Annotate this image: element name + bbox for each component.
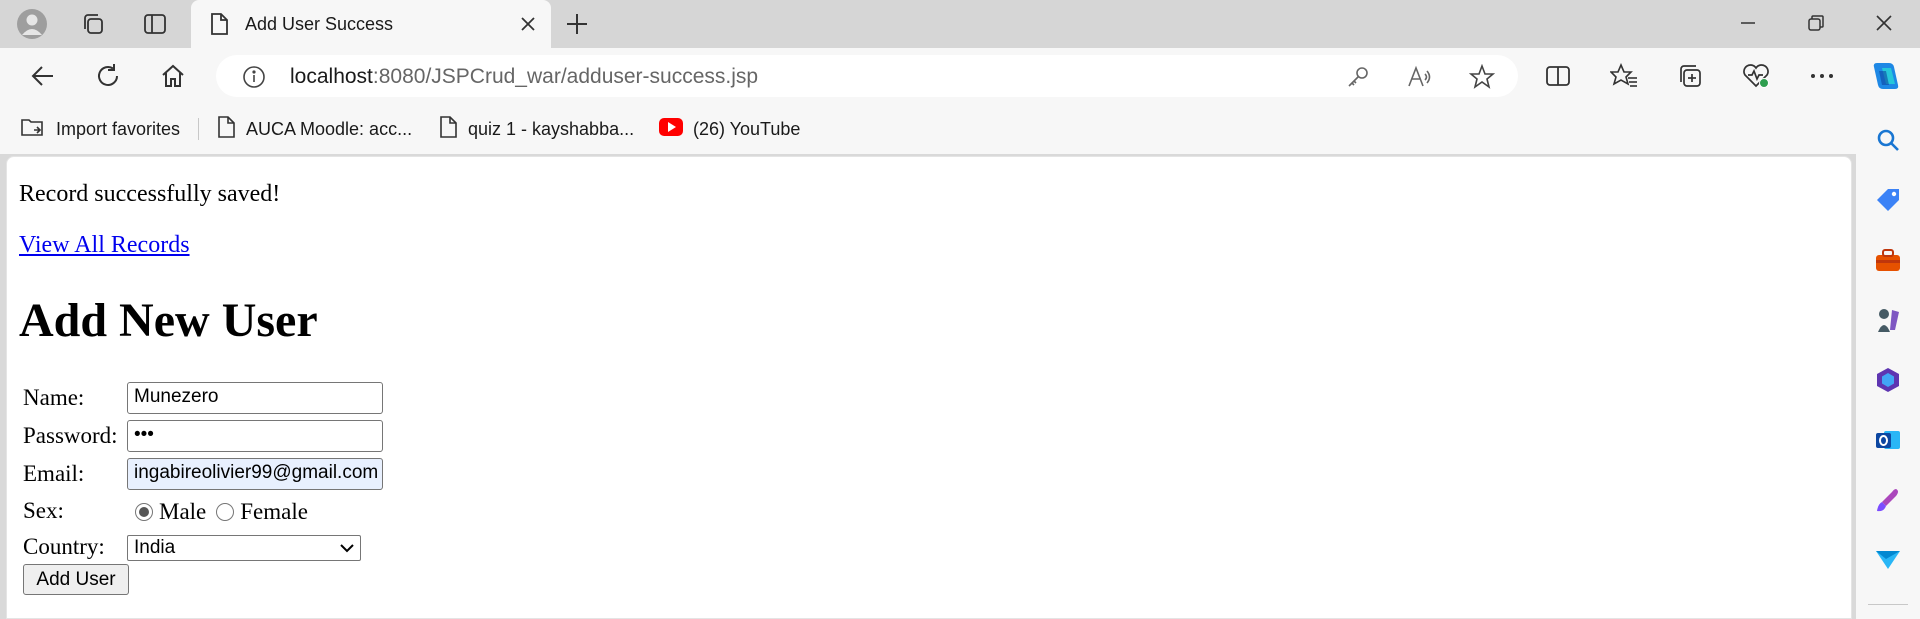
bookmark-auca-moodle[interactable]: AUCA Moodle: acc... [216,114,412,144]
collections-icon[interactable] [1670,56,1710,96]
outlook-icon[interactable] [1870,422,1906,458]
youtube-icon [659,117,683,141]
page-icon [438,115,458,144]
edge-sidebar [1856,104,1920,619]
tab-title: Add User Success [245,14,394,34]
male-radio-label: Male [159,499,207,524]
email-label: Email: [23,461,85,486]
url-host: localhost [290,65,373,88]
copilot-icon[interactable] [1866,56,1906,96]
bookmark-label: Import favorites [56,118,181,139]
favorites-bar: Import favorites AUCA Moodle: acc... qui… [0,104,1920,154]
success-message: Record successfully saved! [19,181,281,207]
shopping-tag-icon[interactable] [1870,182,1906,218]
favorite-star-icon[interactable] [1466,61,1498,93]
bookmark-import-favorites[interactable]: Import favorites [20,114,180,144]
workspaces-icon[interactable] [69,6,117,42]
designer-icon[interactable] [1870,482,1906,518]
page-heading: Add New User [19,294,318,347]
sex-radio-group: Male Female [135,499,308,525]
bookmark-quiz[interactable]: quiz 1 - kayshabba... [438,114,634,144]
password-input[interactable]: ••• [127,420,383,452]
view-all-records-link[interactable]: View All Records [19,232,190,259]
more-options-icon[interactable] [1802,56,1842,96]
minimize-icon[interactable] [1714,0,1782,46]
profile-avatar-icon[interactable] [8,6,56,42]
bookmark-separator [198,118,199,140]
info-icon[interactable] [238,61,270,93]
bookmark-label: (26) YouTube [693,118,801,139]
send-icon[interactable] [1870,542,1906,578]
country-select[interactable]: India [127,535,361,561]
male-radio[interactable] [135,503,153,521]
import-favorites-icon [20,115,46,144]
page-icon [209,12,229,41]
restore-icon[interactable] [1782,0,1850,46]
country-selected-value: India [134,537,176,558]
female-radio-label: Female [240,499,308,524]
split-screen-icon[interactable] [1538,56,1578,96]
read-aloud-icon[interactable] [1404,61,1436,93]
email-input[interactable]: ingabireolivier99@gmail.com [127,458,383,490]
name-label: Name: [23,385,85,410]
sex-label: Sex: [23,498,64,523]
refresh-icon[interactable] [88,56,128,96]
bookmark-label: quiz 1 - kayshabba... [468,118,635,139]
tab-strip: Add User Success [0,0,1920,48]
active-tab[interactable]: Add User Success [191,0,551,48]
page-viewport: Record successfully saved! View All Reco… [6,156,1852,619]
url-text[interactable]: localhost:8080/JSPCrud_war/adduser-succe… [290,65,758,89]
home-icon[interactable] [153,56,193,96]
female-radio[interactable] [216,503,235,521]
sidebar-separator [1868,604,1908,605]
chevron-down-icon [340,537,354,559]
key-icon[interactable] [1342,61,1374,93]
address-bar[interactable]: localhost:8080/JSPCrud_war/adduser-succe… [216,55,1518,97]
close-tab-icon[interactable] [515,11,541,37]
new-tab-icon[interactable] [553,6,601,42]
bookmark-youtube[interactable]: (26) YouTube [659,114,800,144]
name-input[interactable]: Munezero [127,382,383,414]
tab-actions-icon[interactable] [131,6,179,42]
browser-toolbar: localhost:8080/JSPCrud_war/adduser-succe… [0,48,1920,104]
bookmark-label: AUCA Moodle: acc... [246,118,413,139]
close-window-icon[interactable] [1850,0,1918,46]
page-icon [216,115,236,144]
favorites-icon[interactable] [1604,56,1644,96]
password-label: Password: [23,423,118,448]
tools-icon[interactable] [1870,242,1906,278]
url-path: :8080/JSPCrud_war/adduser-success.jsp [372,65,759,88]
microsoft-365-icon[interactable] [1870,362,1906,398]
country-label: Country: [23,534,105,559]
search-icon[interactable] [1870,122,1906,158]
games-icon[interactable] [1870,302,1906,338]
add-user-button[interactable]: Add User [23,564,129,595]
browser-essentials-icon[interactable] [1736,56,1776,96]
back-icon[interactable] [22,56,62,96]
